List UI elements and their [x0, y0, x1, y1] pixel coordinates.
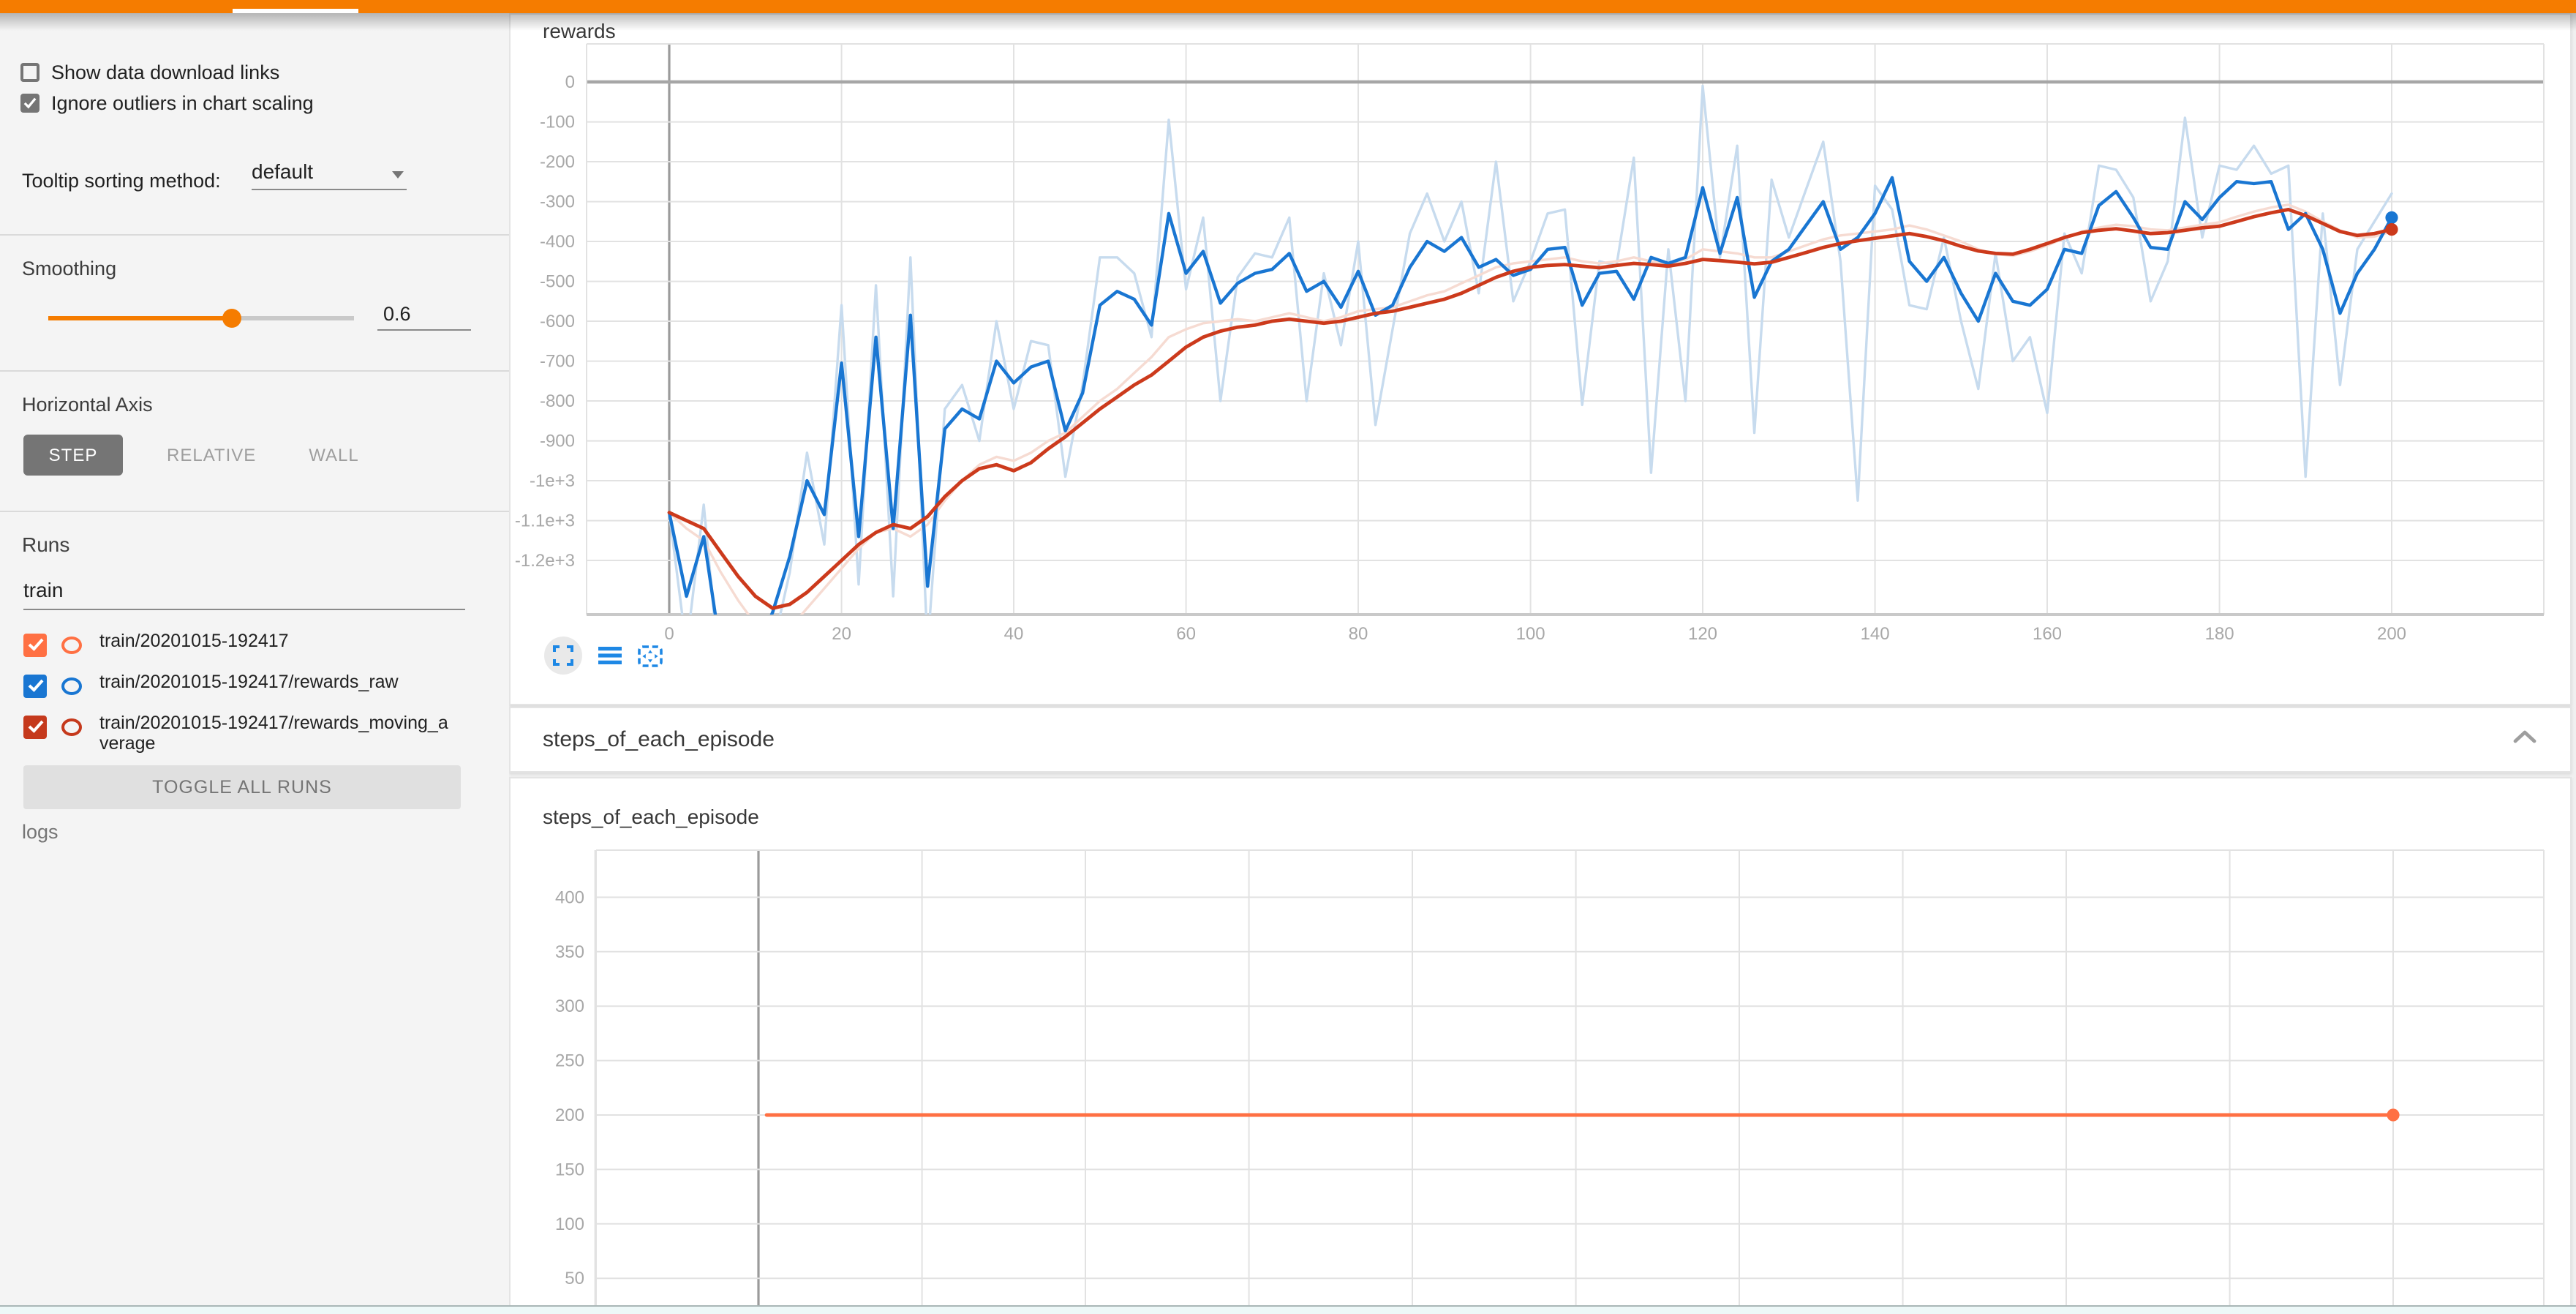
axis-option-relative[interactable]: RELATIVE	[167, 445, 256, 465]
run-row[interactable]: train/20201015-192417/rewards_raw	[23, 673, 453, 697]
rewards-chart-card: rewards 0 -100 -200 -300 -400 -500 -600 -700 -80…	[509, 13, 2572, 705]
ignore-outliers-row[interactable]: Ignore outliers in chart scaling	[20, 92, 314, 114]
svg-text:60: 60	[1176, 624, 1196, 644]
svg-text:40: 40	[1004, 624, 1024, 644]
rewards-chart-plot[interactable]: 0 -100 -200 -300 -400 -500 -600 -700 -800 -900 -1e…	[511, 15, 2570, 704]
run-color-circle-icon	[61, 636, 82, 653]
svg-text:-900: -900	[540, 432, 575, 451]
slider-thumb[interactable]	[223, 308, 242, 327]
horizontal-axis-options: STEP RELATIVE WALL	[23, 435, 359, 476]
svg-text:-300: -300	[540, 192, 575, 212]
svg-text:100: 100	[1516, 624, 1545, 644]
divider	[0, 234, 509, 236]
svg-text:150: 150	[555, 1160, 584, 1179]
svg-text:20: 20	[832, 624, 851, 644]
svg-text:-800: -800	[540, 391, 575, 411]
svg-text:100: 100	[555, 1214, 584, 1234]
toggle-all-runs-button[interactable]: TOGGLE ALL RUNS	[23, 765, 461, 809]
svg-text:250: 250	[555, 1051, 584, 1071]
fit-domain-icon	[638, 645, 663, 667]
smoothing-value-input[interactable]: 0.6	[377, 300, 471, 331]
svg-text:180: 180	[2205, 624, 2234, 644]
svg-text:0: 0	[565, 72, 575, 92]
axis-option-wall[interactable]: WALL	[309, 445, 358, 465]
checkbox-unchecked-icon[interactable]	[20, 63, 39, 82]
divider	[0, 511, 509, 512]
svg-text:-500: -500	[540, 272, 575, 292]
logs-label: logs	[22, 821, 59, 843]
svg-text:0: 0	[664, 624, 674, 644]
svg-text:-1.1e+3: -1.1e+3	[515, 511, 575, 531]
svg-text:80: 80	[1349, 624, 1368, 644]
horizontal-axis-label: Horizontal Axis	[22, 394, 153, 416]
tooltip-sorting-label: Tooltip sorting method:	[22, 170, 221, 192]
smoothing-label: Smoothing	[22, 258, 116, 279]
run-checkbox-icon[interactable]	[23, 715, 47, 738]
svg-text:200: 200	[2377, 624, 2406, 644]
run-color-circle-icon	[61, 718, 82, 735]
slider-fill	[48, 316, 232, 320]
svg-text:-700: -700	[540, 352, 575, 372]
steps-chart-card: steps_of_each_episode 400350300250200150…	[509, 777, 2572, 1314]
svg-text:50: 50	[565, 1269, 584, 1288]
run-label: train/20201015-192417	[99, 632, 453, 652]
tooltip-sorting-select[interactable]: default	[252, 159, 407, 190]
dropdown-arrow-icon	[392, 171, 404, 179]
checkbox-label: Show data download links	[51, 61, 279, 83]
svg-text:160: 160	[2033, 624, 2062, 644]
svg-text:-1e+3: -1e+3	[530, 471, 575, 491]
expand-chart-icon	[553, 645, 573, 666]
show-download-links-row[interactable]: Show data download links	[20, 61, 279, 83]
toggle-log-scale-icon	[598, 645, 622, 666]
run-label: train/20201015-192417/rewards_moving_ave…	[99, 714, 453, 754]
svg-text:-600: -600	[540, 312, 575, 331]
collapse-chevron-icon[interactable]	[2513, 730, 2537, 743]
svg-text:-1.2e+3: -1.2e+3	[515, 551, 575, 571]
smoothing-slider[interactable]	[48, 313, 354, 322]
runs-label: Runs	[22, 533, 69, 556]
svg-text:400: 400	[555, 887, 584, 907]
fit-domain-button[interactable]	[638, 645, 663, 667]
main-content: rewards 0 -100 -200 -300 -400 -500 -600 -700 -80…	[509, 0, 2576, 1314]
steps-section-title: steps_of_each_episode	[543, 727, 775, 752]
run-row[interactable]: train/20201015-192417/rewards_moving_ave…	[23, 714, 453, 754]
svg-text:-200: -200	[540, 152, 575, 172]
svg-text:-100: -100	[540, 113, 575, 132]
run-row[interactable]: train/20201015-192417	[23, 632, 453, 656]
checkbox-checked-icon[interactable]	[20, 94, 39, 113]
run-label: train/20201015-192417/rewards_raw	[99, 673, 453, 693]
svg-text:350: 350	[555, 942, 584, 962]
expand-chart-button[interactable]	[544, 637, 582, 675]
run-color-circle-icon	[61, 677, 82, 694]
svg-text:140: 140	[1861, 624, 1890, 644]
axis-option-step[interactable]: STEP	[23, 435, 123, 476]
run-checkbox-icon[interactable]	[23, 674, 47, 697]
tensorboard-app: Show data download links Ignore outliers…	[0, 0, 2576, 1314]
run-checkbox-icon[interactable]	[23, 633, 47, 656]
checkbox-label: Ignore outliers in chart scaling	[51, 92, 314, 114]
svg-text:-400: -400	[540, 232, 575, 252]
settings-sidebar: Show data download links Ignore outliers…	[0, 13, 509, 1314]
steps-chart-plot[interactable]: 400 350 300 250 200 150 100 50	[511, 778, 2570, 1313]
chart-toolbar	[544, 637, 663, 675]
svg-text:120: 120	[1688, 624, 1717, 644]
run-filter-input[interactable]: train	[23, 578, 465, 610]
top-app-bar	[0, 0, 2576, 13]
toggle-log-scale-button[interactable]	[598, 645, 622, 666]
tooltip-sorting-value: default	[252, 159, 313, 183]
svg-text:300: 300	[555, 996, 584, 1016]
steps-section-header[interactable]: steps_of_each_episode	[509, 707, 2572, 773]
rewards-chart-title: rewards	[543, 19, 616, 42]
svg-text:200: 200	[555, 1105, 584, 1125]
window-bottom-edge	[0, 1305, 2576, 1314]
divider	[0, 370, 509, 372]
active-tab-indicator	[233, 8, 358, 13]
